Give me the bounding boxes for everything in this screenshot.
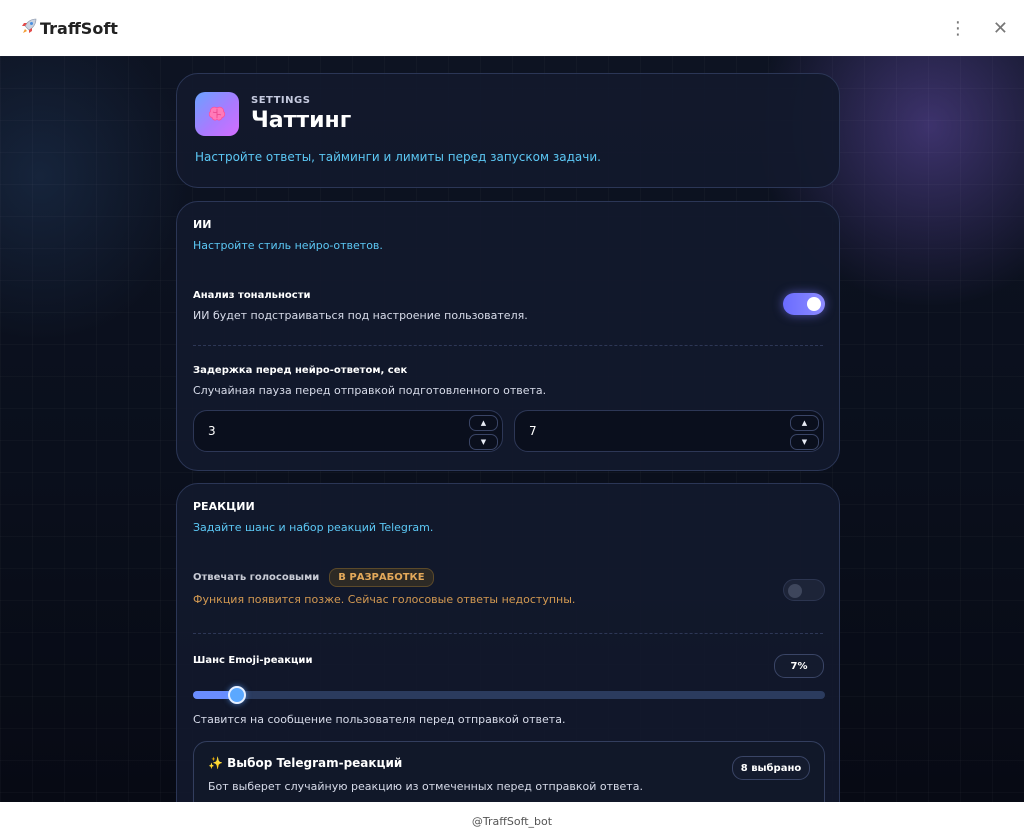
rocket-icon [20,17,38,39]
delay-max-input[interactable]: 7 ▲ ▼ [514,410,824,452]
voice-description: Функция появится позже. Сейчас голосовые… [193,593,576,606]
delay-min-input[interactable]: 3 ▲ ▼ [193,410,503,452]
increment-button[interactable]: ▲ [790,415,819,431]
voice-label: Отвечать голосовыми [193,572,320,583]
delay-max-value: 7 [529,424,537,438]
footer: @TraffSoft_bot [0,802,1024,840]
sentiment-label: Анализ тональности [193,290,311,301]
app-title-text: TraffSoft [40,18,118,38]
decrement-button[interactable]: ▼ [469,434,498,450]
page-subtitle: Настройте ответы, тайминги и лимиты пере… [195,150,601,164]
delay-min-value: 3 [208,424,216,438]
sentiment-toggle[interactable] [783,293,825,315]
ai-section: ИИ Настройте стиль нейро-ответов. Анализ… [176,201,840,471]
voice-toggle [783,579,825,601]
reactions-section-subtitle: Задайте шанс и набор реакций Telegram. [193,521,434,534]
more-menu-icon[interactable]: ⋮ [949,18,967,39]
reaction-picker-description: Бот выберет случайную реакцию из отмечен… [208,780,643,793]
reactions-section: РЕАКЦИИ Задайте шанс и набор реакций Tel… [176,483,840,802]
emoji-chance-description: Ставится на сообщение пользователя перед… [193,713,566,726]
selected-count-badge[interactable]: 8 выбрано [732,756,810,780]
increment-button[interactable]: ▲ [469,415,498,431]
page-title: Чаттинг [251,108,352,133]
ai-section-subtitle: Настройте стиль нейро-ответов. [193,239,383,252]
title-bar: TraffSoft ⋮ ✕ [0,0,1024,56]
delay-row: Задержка перед нейро-ответом, сек Случай… [193,365,546,397]
footer-text: @TraffSoft_bot [471,814,553,828]
divider [193,633,823,634]
slider-thumb[interactable] [228,686,246,704]
emoji-chance-value-badge: 7% [774,654,824,678]
voice-row: Отвечать голосовыми В РАЗРАБОТКЕ Функция… [193,568,575,606]
reactions-section-title: РЕАКЦИИ [193,500,255,513]
decrement-button[interactable]: ▼ [790,434,819,450]
in-development-badge: В РАЗРАБОТКЕ [329,568,434,587]
close-icon[interactable]: ✕ [993,18,1008,39]
toggle-knob [788,584,802,598]
sentiment-row: Анализ тональности ИИ будет подстраивать… [193,290,528,322]
emoji-chance-label: Шанс Emoji-реакции [193,655,313,666]
reaction-picker-card: ✨ Выбор Telegram-реакций Бот выберет слу… [193,741,825,802]
emoji-chance-slider[interactable] [193,686,825,704]
main-content[interactable]: SETTINGS Чаттинг Настройте ответы, тайми… [0,56,1024,802]
app-title: TraffSoft [20,17,118,39]
eyebrow-label: SETTINGS [251,95,311,106]
divider [193,345,823,346]
header-card: SETTINGS Чаттинг Настройте ответы, тайми… [176,73,840,188]
reaction-picker-title: ✨ Выбор Telegram-реакций [208,756,403,770]
sentiment-description: ИИ будет подстраиваться под настроение п… [193,309,528,322]
delay-description: Случайная пауза перед отправкой подготов… [193,384,547,397]
delay-label: Задержка перед нейро-ответом, сек [193,365,408,376]
brain-icon [195,92,239,136]
ai-section-title: ИИ [193,218,212,231]
toggle-knob [807,297,821,311]
